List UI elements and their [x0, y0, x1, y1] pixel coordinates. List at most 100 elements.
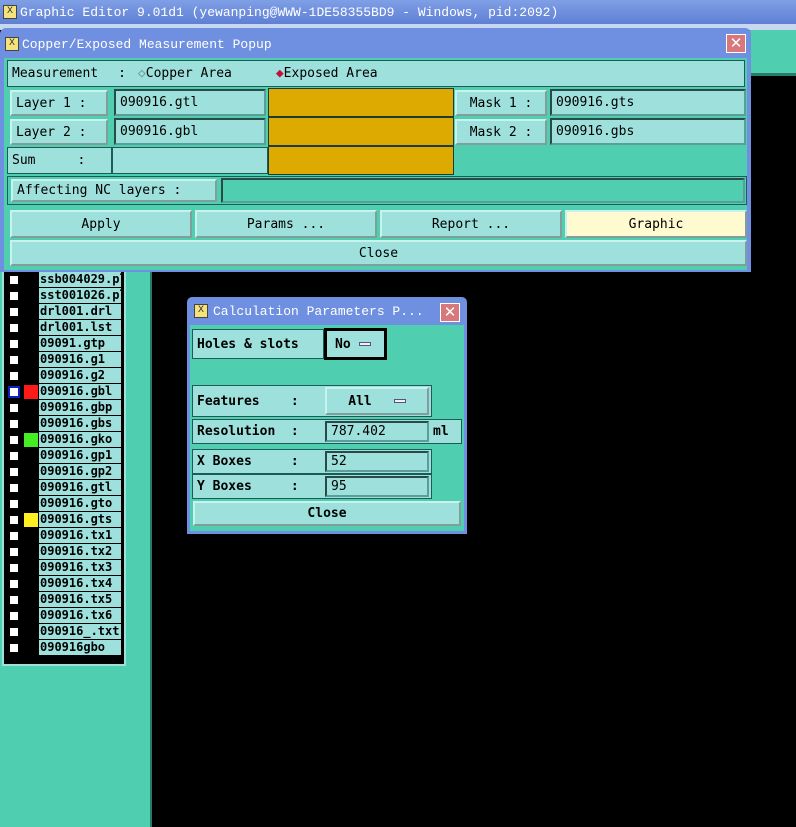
- layer-list-item[interactable]: 090916.gts: [6, 512, 122, 527]
- app-title-bar: X Graphic Editor 9.01d1 (yewanping@WWW-1…: [0, 0, 796, 24]
- checkbox[interactable]: [8, 306, 20, 318]
- checkbox[interactable]: [8, 370, 20, 382]
- layer-list-item[interactable]: 090916.gto: [6, 496, 122, 511]
- layer-name: 090916.gbs: [39, 416, 121, 431]
- checkbox[interactable]: [8, 354, 20, 366]
- checkbox[interactable]: [8, 402, 20, 414]
- layer-list-item[interactable]: 090916.gko: [6, 432, 122, 447]
- layer-list-item[interactable]: 090916.tx6: [6, 608, 122, 623]
- checkbox[interactable]: [8, 562, 20, 574]
- x-boxes-label: X Boxes :: [197, 454, 299, 469]
- affecting-nc-layers-field[interactable]: [221, 178, 745, 203]
- layer-name: 090916.tx4: [39, 576, 121, 591]
- close-icon[interactable]: ✕: [440, 303, 460, 322]
- x-boxes-row: X Boxes : 52: [192, 449, 432, 474]
- sum-label: Sum: [12, 153, 36, 168]
- x-boxes-input[interactable]: 52: [325, 451, 429, 472]
- layer-list-item[interactable]: 090916.gp1: [6, 448, 122, 463]
- mask2-field[interactable]: 090916.gbs: [550, 118, 746, 145]
- layer-color-swatch: [24, 513, 38, 527]
- radio-diamond-filled-icon[interactable]: ◆: [276, 66, 284, 81]
- resolution-input[interactable]: 787.402: [325, 421, 429, 442]
- features-value: All: [348, 393, 372, 409]
- checkbox[interactable]: [8, 514, 20, 526]
- layer-list-item[interactable]: sst001026.pl: [6, 288, 122, 303]
- sum-label-cell: Sum :: [7, 147, 112, 174]
- checkbox[interactable]: [8, 466, 20, 478]
- radio-copper-area[interactable]: Copper Area: [146, 66, 232, 81]
- layer1-button[interactable]: Layer 1 :: [10, 90, 108, 116]
- checkbox[interactable]: [8, 610, 20, 622]
- layer-list-item[interactable]: 090916.gbl: [6, 384, 122, 399]
- close-icon[interactable]: ✕: [726, 34, 746, 53]
- params-close-button[interactable]: Close: [193, 501, 461, 526]
- checkbox[interactable]: [8, 338, 20, 350]
- affecting-nc-layers-button[interactable]: Affecting NC layers :: [11, 179, 217, 202]
- layer-list-item[interactable]: 090916.tx2: [6, 544, 122, 559]
- layer-name: drl001.lst: [39, 320, 121, 335]
- sum-result: [268, 146, 454, 175]
- radio-diamond-empty-icon[interactable]: ◇: [138, 66, 146, 81]
- layer1-field[interactable]: 090916.gtl: [114, 89, 266, 116]
- checkbox[interactable]: [8, 322, 20, 334]
- params-button[interactable]: Params ...: [195, 210, 377, 238]
- checkbox[interactable]: [8, 642, 20, 654]
- layer-list-item[interactable]: 090916.tx5: [6, 592, 122, 607]
- checkbox[interactable]: [8, 578, 20, 590]
- layer-name: 090916.gp2: [39, 464, 121, 479]
- layer2-field[interactable]: 090916.gbl: [114, 118, 266, 145]
- features-label: Features :: [197, 393, 299, 409]
- report-button[interactable]: Report ...: [380, 210, 562, 238]
- checkbox[interactable]: [8, 530, 20, 542]
- layer1-result: [268, 88, 454, 117]
- measurement-label: Measurement: [12, 66, 99, 81]
- layer-list-item[interactable]: 090916.gtl: [6, 480, 122, 495]
- holes-slots-value: No: [335, 336, 351, 352]
- layer-name: 090916.gko: [39, 432, 121, 447]
- checkbox[interactable]: [8, 386, 20, 398]
- checkbox[interactable]: [8, 274, 20, 286]
- layer-list-item[interactable]: drl001.drl: [6, 304, 122, 319]
- layer2-button[interactable]: Layer 2 :: [10, 119, 108, 145]
- layer-list-item[interactable]: drl001.lst: [6, 320, 122, 335]
- layer-list-item[interactable]: 090916_.txt: [6, 624, 122, 639]
- apply-button[interactable]: Apply: [10, 210, 192, 238]
- measurement-popup: X Copper/Exposed Measurement Popup ✕ Mea…: [0, 28, 751, 272]
- layer-list-item[interactable]: 090916.gbs: [6, 416, 122, 431]
- holes-slots-dropdown[interactable]: No: [324, 328, 387, 360]
- mask1-button[interactable]: Mask 1 :: [455, 90, 547, 116]
- checkbox[interactable]: [8, 546, 20, 558]
- layer-list-item[interactable]: 090916.gbp: [6, 400, 122, 415]
- checkbox[interactable]: [8, 450, 20, 462]
- features-dropdown[interactable]: All: [325, 387, 429, 415]
- layer-list-item[interactable]: 090916.tx3: [6, 560, 122, 575]
- checkbox[interactable]: [8, 498, 20, 510]
- close-button[interactable]: Close: [10, 240, 747, 266]
- layer-list-item[interactable]: 09091.gtp: [6, 336, 122, 351]
- layer-list-item[interactable]: 090916.tx4: [6, 576, 122, 591]
- background-panel: [750, 30, 796, 76]
- graphic-button[interactable]: Graphic: [565, 210, 747, 238]
- checkbox[interactable]: [8, 482, 20, 494]
- mask2-button[interactable]: Mask 2 :: [455, 119, 547, 145]
- layer-name: 090916.g1: [39, 352, 121, 367]
- y-boxes-input[interactable]: 95: [325, 476, 429, 497]
- layer-list-item[interactable]: 090916.tx1: [6, 528, 122, 543]
- layer-list-item[interactable]: ssb004029.pl: [6, 272, 122, 287]
- option-menu-icon: [358, 342, 371, 346]
- checkbox[interactable]: [8, 594, 20, 606]
- radio-exposed-area[interactable]: Exposed Area: [284, 66, 378, 81]
- popup-title-bar: X Copper/Exposed Measurement Popup: [2, 30, 749, 58]
- layer-panel: ssb004029.pl sst001026.pl drl001.drl drl001…: [0, 268, 152, 827]
- layer-list-item[interactable]: 090916.g1: [6, 352, 122, 367]
- colon: :: [118, 66, 126, 81]
- layer-list-item[interactable]: 090916gbo: [6, 640, 122, 655]
- checkbox[interactable]: [8, 434, 20, 446]
- checkbox[interactable]: [8, 626, 20, 638]
- checkbox[interactable]: [8, 290, 20, 302]
- layer-list[interactable]: ssb004029.pl sst001026.pl drl001.drl drl001…: [2, 268, 126, 666]
- mask1-field[interactable]: 090916.gts: [550, 89, 746, 116]
- layer-list-item[interactable]: 090916.gp2: [6, 464, 122, 479]
- layer-list-item[interactable]: 090916.g2: [6, 368, 122, 383]
- checkbox[interactable]: [8, 418, 20, 430]
